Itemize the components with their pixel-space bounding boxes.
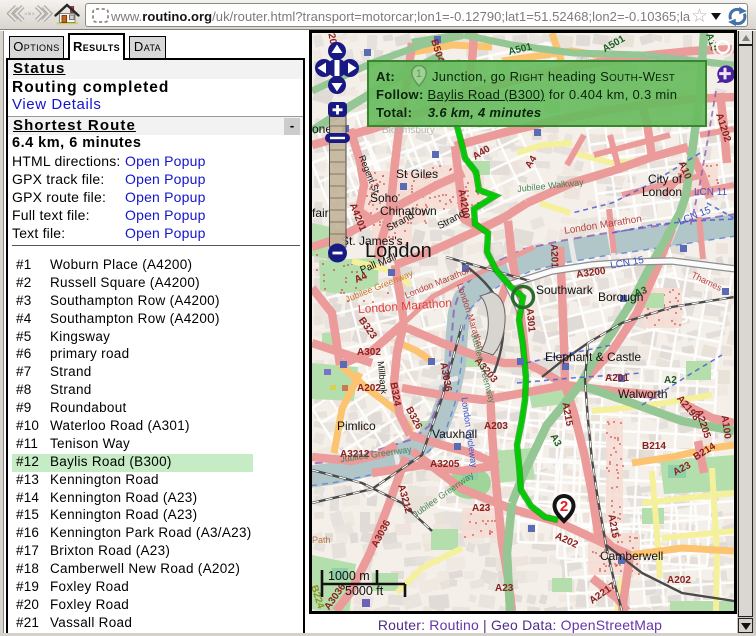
svg-text:Walworth: Walworth xyxy=(618,387,668,401)
svg-text:A202: A202 xyxy=(667,575,691,586)
svg-text:A2: A2 xyxy=(664,375,677,386)
svg-text:B214: B214 xyxy=(642,441,666,452)
svg-text:2: 2 xyxy=(560,498,568,515)
svg-text:A301: A301 xyxy=(524,308,537,333)
svg-text:Elephant & Castle: Elephant & Castle xyxy=(545,350,641,364)
svg-text:A302: A302 xyxy=(357,347,381,358)
svg-text:fair: fair xyxy=(312,206,329,220)
svg-text:A203: A203 xyxy=(484,421,508,432)
svg-text:A201: A201 xyxy=(548,244,560,269)
svg-text:5000 ft: 5000 ft xyxy=(345,584,384,598)
svg-text:1000 m: 1000 m xyxy=(328,569,370,583)
svg-text:Southwark: Southwark xyxy=(536,283,594,297)
svg-text:London: London xyxy=(642,185,682,199)
svg-text:A23: A23 xyxy=(472,503,491,514)
svg-text:LCN 11: LCN 11 xyxy=(694,187,728,198)
svg-text:Path: Path xyxy=(312,535,331,545)
svg-text:××: ×× xyxy=(28,12,36,18)
svg-text:1: 1 xyxy=(416,68,422,80)
svg-text:St. James's: St. James's xyxy=(341,234,403,248)
svg-text:A3205: A3205 xyxy=(430,459,460,470)
svg-text:City of: City of xyxy=(648,172,683,186)
svg-text:A202: A202 xyxy=(357,383,381,394)
svg-text:St Giles: St Giles xyxy=(396,167,438,181)
svg-text:Camberwell: Camberwell xyxy=(600,549,663,563)
svg-text:A23: A23 xyxy=(495,583,514,594)
svg-text:A201: A201 xyxy=(605,373,629,384)
svg-text:Pimlico: Pimlico xyxy=(337,419,376,433)
